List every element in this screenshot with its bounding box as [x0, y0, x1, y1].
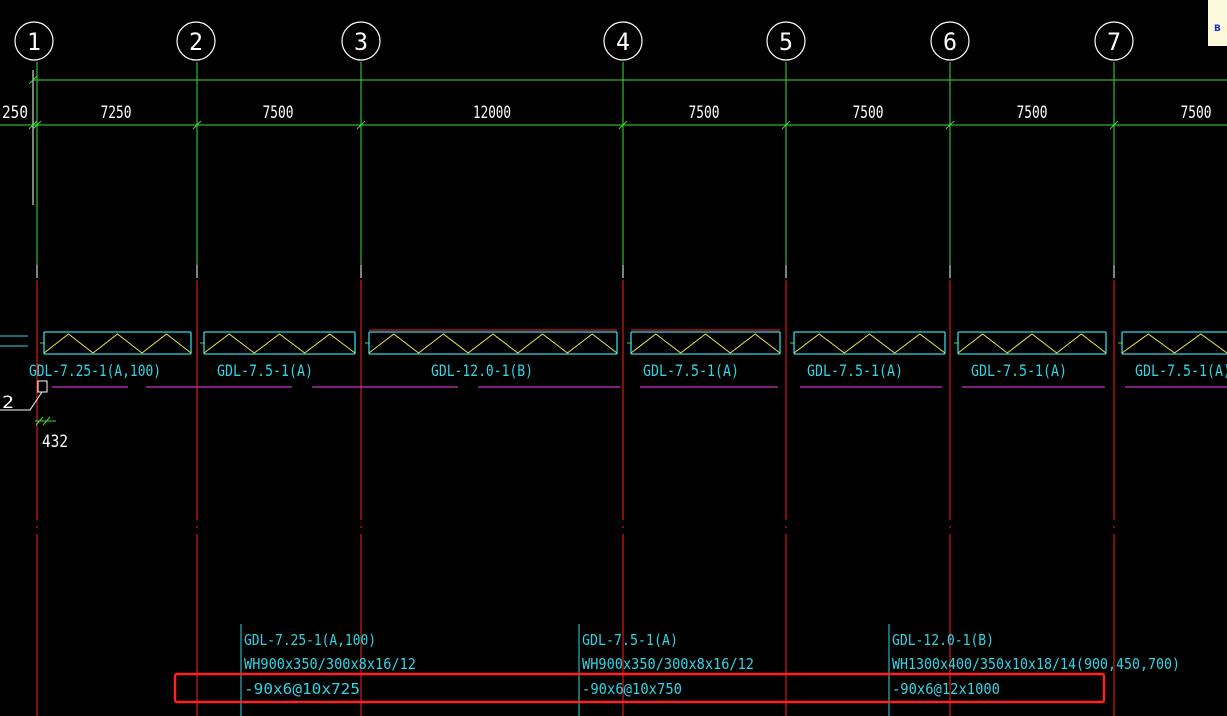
beam-label-2: GDL-7.5-1(A) [217, 361, 313, 380]
beam-label-7: GDL-7.5-1(A) [1135, 361, 1227, 380]
axis-bubble-label: 4 [616, 28, 630, 56]
beam-note-section: WH900x350/300x8x16/12 [244, 655, 416, 673]
beam-label-3: GDL-12.0-1(B) [431, 361, 533, 380]
beam-note-section: WH1300x400/350x10x18/14(900,450,700) [892, 655, 1180, 673]
span-dimension-2: 7500 [263, 103, 294, 123]
beam-label-6: GDL-7.5-1(A) [971, 361, 1067, 380]
beam-label-5: GDL-7.5-1(A) [807, 361, 903, 380]
beam-note-stiffener: -90x6@10x725 [244, 680, 360, 698]
beam-note-section: WH900x350/300x8x16/12 [582, 655, 754, 673]
cad-drawing-canvas[interactable]: 1 2 3 4 5 6 7 250 7250 7500 12000 7500 7500 7500 750… [0, 0, 1227, 716]
axis-bubble-label: 2 [189, 28, 203, 56]
axis-bubble-label: 5 [779, 28, 793, 56]
axis-bubble-label: 6 [943, 28, 957, 56]
dimension-partial-left: 250 [2, 103, 28, 123]
beam-note-title: GDL-12.0-1(B) [892, 631, 994, 649]
span-dimension-5: 7500 [853, 103, 884, 123]
beam-note-title: GDL-7.25-1(A,100) [244, 631, 376, 649]
beam-note-title: GDL-7.5-1(A) [582, 631, 678, 649]
span-dimension-4: 7500 [689, 103, 720, 123]
beam-label-4: GDL-7.5-1(A) [643, 361, 739, 380]
span-dimension-6: 7500 [1017, 103, 1048, 123]
corner-tab-glyph: B [1214, 24, 1221, 34]
axis-bubble-label: 3 [354, 28, 368, 56]
beam-note-stiffener: -90x6@12x1000 [892, 680, 1000, 698]
axis-bubble-label: 7 [1107, 28, 1121, 56]
span-dimension-3: 12000 [473, 103, 511, 123]
span-dimension-1: 7250 [101, 103, 132, 123]
beam-label-1: GDL-7.25-1(A,100) [29, 361, 161, 380]
beam-note-stiffener: -90x6@10x750 [582, 680, 682, 698]
section-marker-label: 2 [2, 393, 14, 413]
section-marker-value: 432 [42, 432, 68, 452]
axis-bubble-label: 1 [27, 28, 41, 56]
corner-tab[interactable]: B [1208, 0, 1227, 46]
span-dimension-7: 7500 [1181, 103, 1212, 123]
